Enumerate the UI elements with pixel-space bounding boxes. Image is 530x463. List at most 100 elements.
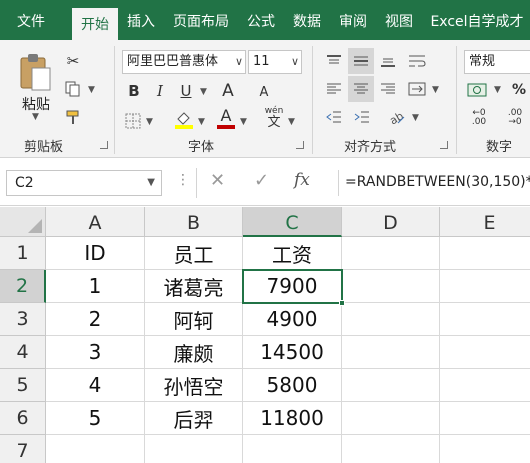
- font-name-combo[interactable]: 阿里巴巴普惠体 ∨: [122, 50, 246, 74]
- tab-file[interactable]: 文件: [6, 0, 56, 40]
- tab-view[interactable]: 视图: [378, 0, 420, 40]
- shrink-font-button[interactable]: A: [254, 82, 274, 102]
- row-header-4[interactable]: 4: [0, 336, 46, 369]
- enter-icon[interactable]: ✓: [254, 170, 269, 191]
- name-box[interactable]: C2 ▼: [6, 170, 162, 196]
- cell-e6[interactable]: [440, 402, 530, 435]
- more-options-icon[interactable]: ⋮: [176, 172, 190, 188]
- align-center-icon[interactable]: [348, 76, 374, 102]
- decrease-indent-icon[interactable]: [322, 106, 346, 128]
- cancel-icon[interactable]: ✕: [210, 170, 225, 191]
- align-top-icon[interactable]: [322, 50, 346, 72]
- row-header-3[interactable]: 3: [0, 303, 46, 336]
- italic-button[interactable]: I: [150, 80, 170, 102]
- decrease-decimal-icon[interactable]: .00 →0: [500, 106, 530, 130]
- align-middle-icon[interactable]: [348, 48, 374, 74]
- format-painter-icon[interactable]: [62, 106, 84, 128]
- cell-c6[interactable]: 11800: [243, 402, 342, 435]
- cell-d7[interactable]: [342, 435, 440, 463]
- merge-center-icon[interactable]: [404, 78, 430, 100]
- fill-handle[interactable]: [339, 300, 345, 306]
- cell-b2[interactable]: 诸葛亮: [145, 270, 243, 303]
- cell-a4[interactable]: 3: [46, 336, 145, 369]
- column-header-e[interactable]: E: [440, 207, 530, 237]
- number-format-combo[interactable]: 常规: [464, 50, 530, 74]
- cell-e4[interactable]: [440, 336, 530, 369]
- paste-button[interactable]: [14, 50, 56, 94]
- cell-d6[interactable]: [342, 402, 440, 435]
- cell-b3[interactable]: 阿轲: [145, 303, 243, 336]
- cell-d1[interactable]: [342, 237, 440, 270]
- row-header-1[interactable]: 1: [0, 237, 46, 270]
- increase-indent-icon[interactable]: [350, 106, 374, 128]
- select-all-button[interactable]: [0, 207, 46, 237]
- cell-a7[interactable]: [46, 435, 145, 463]
- column-header-c[interactable]: C: [243, 207, 342, 237]
- cell-e5[interactable]: [440, 369, 530, 402]
- cell-c5[interactable]: 5800: [243, 369, 342, 402]
- fill-color-dropdown-icon[interactable]: ▼: [198, 117, 205, 127]
- cell-b4[interactable]: 廉颇: [145, 336, 243, 369]
- phonetic-guide-button[interactable]: wén 文: [262, 106, 286, 130]
- cell-b5[interactable]: 孙悟空: [145, 369, 243, 402]
- fill-color-icon[interactable]: [172, 108, 196, 130]
- cell-c2[interactable]: 7900: [243, 270, 342, 303]
- align-left-icon[interactable]: [322, 78, 346, 100]
- font-color-button[interactable]: A: [214, 106, 238, 130]
- cell-c3[interactable]: 4900: [243, 303, 342, 336]
- formula-input[interactable]: =RANDBETWEEN(30,150)*100: [338, 170, 530, 196]
- cell-d3[interactable]: [342, 303, 440, 336]
- tab-home[interactable]: 开始: [72, 8, 118, 40]
- column-header-b[interactable]: B: [145, 207, 243, 237]
- borders-dropdown-icon[interactable]: ▼: [146, 117, 153, 127]
- orientation-icon[interactable]: ab: [384, 106, 410, 128]
- cell-d5[interactable]: [342, 369, 440, 402]
- cell-a3[interactable]: 2: [46, 303, 145, 336]
- borders-icon[interactable]: [122, 110, 144, 132]
- tab-page-layout[interactable]: 页面布局: [166, 0, 236, 40]
- cell-d2[interactable]: [342, 270, 440, 303]
- orientation-dropdown-icon[interactable]: ▼: [412, 113, 419, 123]
- cell-e3[interactable]: [440, 303, 530, 336]
- cell-b6[interactable]: 后羿: [145, 402, 243, 435]
- tab-excel-self-study[interactable]: Excel自学成才: [424, 0, 530, 40]
- wrap-text-icon[interactable]: [404, 50, 430, 72]
- cell-a6[interactable]: 5: [46, 402, 145, 435]
- cell-c4[interactable]: 14500: [243, 336, 342, 369]
- font-color-dropdown-icon[interactable]: ▼: [240, 117, 247, 127]
- tab-insert[interactable]: 插入: [120, 0, 162, 40]
- tab-formulas[interactable]: 公式: [240, 0, 282, 40]
- copy-icon[interactable]: [62, 78, 84, 100]
- row-header-2[interactable]: 2: [0, 270, 46, 303]
- cell-d4[interactable]: [342, 336, 440, 369]
- tab-review[interactable]: 审阅: [332, 0, 374, 40]
- clipboard-launcher-icon[interactable]: [100, 141, 108, 149]
- accounting-dropdown-icon[interactable]: ▼: [494, 85, 501, 95]
- bold-button[interactable]: B: [124, 80, 144, 102]
- merge-dropdown-icon[interactable]: ▼: [432, 85, 439, 95]
- cell-b7[interactable]: [145, 435, 243, 463]
- increase-decimal-icon[interactable]: ←0.00: [464, 106, 494, 130]
- cell-a2[interactable]: 1: [46, 270, 145, 303]
- alignment-launcher-icon[interactable]: [440, 141, 448, 149]
- cell-e7[interactable]: [440, 435, 530, 463]
- copy-dropdown-icon[interactable]: ▼: [88, 85, 95, 95]
- column-header-d[interactable]: D: [342, 207, 440, 237]
- cell-e1[interactable]: [440, 237, 530, 270]
- percent-style-icon[interactable]: %: [508, 78, 530, 102]
- cell-a1[interactable]: ID: [46, 237, 145, 270]
- row-header-6[interactable]: 6: [0, 402, 46, 435]
- insert-function-icon[interactable]: fx: [294, 170, 310, 190]
- cut-icon[interactable]: ✂: [62, 50, 84, 72]
- row-header-5[interactable]: 5: [0, 369, 46, 402]
- underline-button[interactable]: U: [176, 80, 196, 102]
- tab-data[interactable]: 数据: [286, 0, 328, 40]
- cell-b1[interactable]: 员工: [145, 237, 243, 270]
- phonetic-dropdown-icon[interactable]: ▼: [288, 117, 295, 127]
- cell-e2[interactable]: [440, 270, 530, 303]
- cell-a5[interactable]: 4: [46, 369, 145, 402]
- align-right-icon[interactable]: [376, 78, 400, 100]
- accounting-format-icon[interactable]: [464, 78, 492, 102]
- align-bottom-icon[interactable]: [376, 50, 400, 72]
- paste-dropdown-icon[interactable]: ▼: [32, 112, 39, 122]
